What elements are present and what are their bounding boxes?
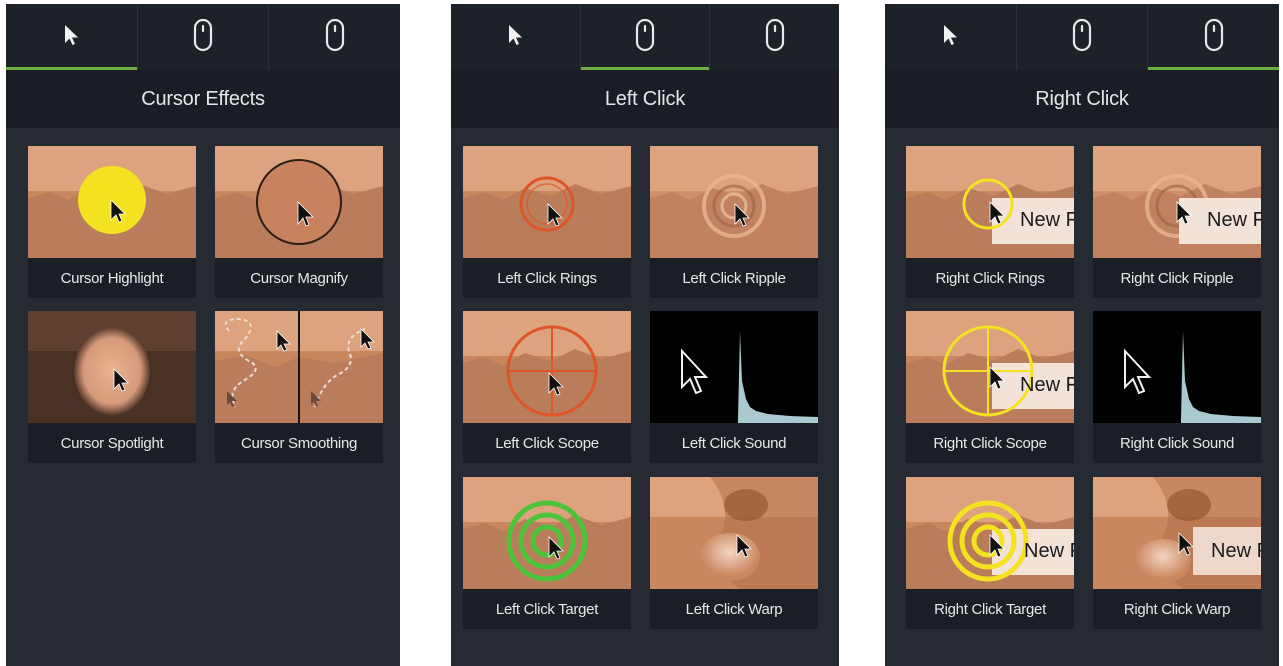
context-menu-text: New F [1024,540,1074,562]
thumbnail [215,311,383,423]
effect-left-click-sound[interactable]: Left Click Sound [650,311,818,463]
mouse-right-icon [1203,18,1225,57]
thumbnail [650,311,818,423]
effect-label: Right Click Ripple [1120,269,1234,287]
mouse-left-icon [1071,18,1093,57]
cursor-icon [504,22,526,53]
effect-label: Left Click Ripple [682,269,786,287]
effect-right-click-warp[interactable]: New F Right Click Warp [1093,477,1261,629]
thumbnail [650,146,818,258]
effect-left-click-target[interactable]: Left Click Target [463,477,631,629]
effect-label: Cursor Highlight [60,269,164,287]
tab-cursor[interactable] [451,4,581,70]
thumbnail [215,146,383,258]
effect-label: Left Click Rings [497,269,597,287]
effect-label: Cursor Spotlight [60,434,164,452]
effect-label: Left Click Target [495,600,599,618]
effect-tabs [6,4,400,70]
effect-right-click-ripple[interactable]: New F Right Click Ripple [1093,146,1261,298]
effect-left-click-ripple[interactable]: Left Click Ripple [650,146,818,298]
mouse-right-icon [764,18,786,57]
thumbnail [1093,311,1261,423]
tab-cursor[interactable] [885,4,1017,70]
effect-left-click-warp[interactable]: Left Click Warp [650,477,818,629]
effect-label: Left Click Warp [685,600,783,618]
thumbnail [28,146,196,258]
effect-label: Right Click Rings [935,269,1045,287]
context-menu-text: New F [1020,374,1074,396]
cursor-icon [60,22,82,53]
thumbnail: New F [1093,146,1261,258]
effect-left-click-scope[interactable]: Left Click Scope [463,311,631,463]
panel-title: Left Click [451,70,839,128]
effect-cursor-spotlight[interactable]: Cursor Spotlight [28,311,196,463]
effect-right-click-scope[interactable]: New F Right Click Scope [906,311,1074,463]
panel-title: Cursor Effects [6,70,400,128]
tab-left-click[interactable] [580,4,711,70]
tab-cursor[interactable] [6,4,138,70]
left-click-panel: Left Click Left Click Rings Left Click R… [451,4,839,666]
effect-label: Left Click Scope [495,434,599,452]
effect-right-click-target[interactable]: New F Right Click Target [906,477,1074,629]
context-menu-text: New F [1207,209,1261,231]
right-click-panel: Right Click New F Right Click Rings New … [885,4,1279,666]
mouse-left-icon [634,18,656,57]
thumbnail: New F [906,146,1074,258]
effect-cursor-highlight[interactable]: Cursor Highlight [28,146,196,298]
tab-left-click[interactable] [138,4,270,70]
context-menu-text: New F [1020,209,1074,231]
effect-label: Right Click Sound [1119,434,1235,452]
thumbnail: New F [1093,477,1261,589]
effect-label: Cursor Smoothing [240,434,358,452]
effect-label: Right Click Warp [1123,600,1231,618]
cursor-icon [939,22,961,53]
thumbnail: New F [906,311,1074,423]
tab-right-click[interactable] [269,4,400,70]
tab-right-click[interactable] [710,4,839,70]
effect-left-click-rings[interactable]: Left Click Rings [463,146,631,298]
panel-title: Right Click [885,70,1279,128]
thumbnail: New F [906,477,1074,589]
context-menu-text: New F [1211,540,1261,562]
cursor-effects-panel: Cursor Effects Cursor Highlight Cursor M… [6,4,400,666]
thumbnail [28,311,196,423]
effect-cursor-magnify[interactable]: Cursor Magnify [215,146,383,298]
effect-label: Right Click Scope [933,434,1047,452]
effect-tabs [885,4,1279,70]
tab-left-click[interactable] [1017,4,1149,70]
effect-label: Right Click Target [934,600,1046,618]
mouse-icon [192,18,214,57]
mouse-icon [324,18,346,57]
effect-tabs [451,4,839,70]
effect-label: Cursor Magnify [250,269,348,287]
effect-label: Left Click Sound [681,434,787,452]
tab-right-click[interactable] [1148,4,1279,70]
effect-cursor-smoothing[interactable]: Cursor Smoothing [215,311,383,463]
thumbnail [650,477,818,589]
effect-right-click-sound[interactable]: Right Click Sound [1093,311,1261,463]
thumbnail [463,477,631,589]
thumbnail [463,311,631,423]
effect-right-click-rings[interactable]: New F Right Click Rings [906,146,1074,298]
thumbnail [463,146,631,258]
